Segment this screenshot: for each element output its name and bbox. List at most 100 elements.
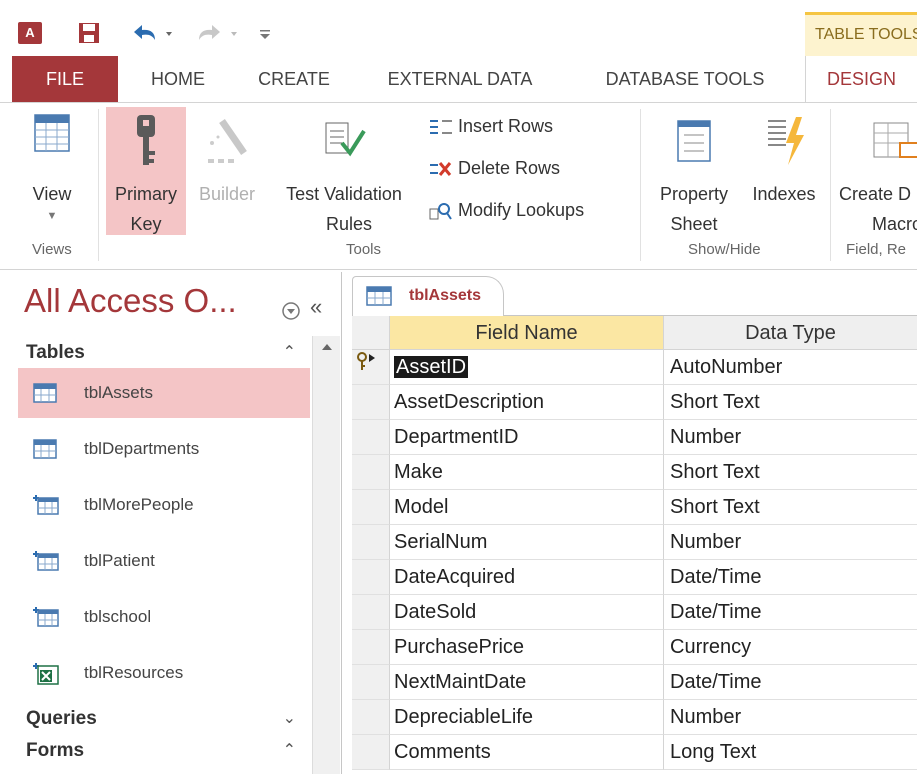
- data-type-cell[interactable]: Currency: [664, 630, 917, 665]
- nav-section-queries[interactable]: Queries ⌄: [20, 702, 310, 736]
- redo-icon[interactable]: [193, 20, 243, 46]
- undo-icon[interactable]: [128, 20, 178, 46]
- table-row[interactable]: AssetDescription Short Text: [352, 385, 917, 420]
- view-button[interactable]: View ▼: [14, 113, 90, 233]
- indexes-button[interactable]: Indexes: [744, 107, 824, 235]
- primary-key-button[interactable]: Primary Key: [106, 107, 186, 235]
- column-header-field-name[interactable]: Field Name: [390, 316, 664, 350]
- nav-item-label: tblPatient: [84, 551, 155, 570]
- nav-pane-scrollbar[interactable]: [312, 336, 340, 774]
- row-selector[interactable]: [352, 700, 390, 735]
- grid-corner[interactable]: [352, 316, 390, 350]
- insert-rows-label: Insert Rows: [458, 116, 554, 136]
- collapse-section-icon[interactable]: ⌃: [283, 336, 296, 370]
- data-type-cell[interactable]: Short Text: [664, 455, 917, 490]
- field-name-cell[interactable]: SerialNum: [390, 525, 664, 560]
- scroll-up-arrow-icon[interactable]: [319, 340, 335, 354]
- table-row[interactable]: PurchasePrice Currency: [352, 630, 917, 665]
- field-name-cell[interactable]: NextMaintDate: [390, 665, 664, 700]
- field-name-cell[interactable]: Comments: [390, 735, 664, 770]
- row-selector[interactable]: [352, 455, 390, 490]
- modify-lookups-button[interactable]: Modify Lookups: [428, 195, 584, 225]
- table-row[interactable]: DepartmentID Number: [352, 420, 917, 455]
- property-sheet-button[interactable]: Property Sheet: [646, 107, 742, 235]
- customize-qat-icon[interactable]: [256, 24, 274, 42]
- nav-item-tblpatient[interactable]: tblPatient: [18, 536, 310, 586]
- nav-section-forms-label: Forms: [26, 740, 85, 761]
- table-row[interactable]: DateSold Date/Time: [352, 595, 917, 630]
- data-type-cell[interactable]: Number: [664, 525, 917, 560]
- nav-item-tblmorepeople[interactable]: tblMorePeople: [18, 480, 310, 530]
- create-data-macros-button[interactable]: Create D Macro: [834, 107, 917, 235]
- field-name-cell[interactable]: DepreciableLife: [390, 700, 664, 735]
- data-type-cell[interactable]: Short Text: [664, 490, 917, 525]
- tab-file[interactable]: FILE: [12, 56, 118, 102]
- row-selector[interactable]: [352, 420, 390, 455]
- delete-rows-button[interactable]: Delete Rows: [428, 153, 560, 183]
- group-label-tools: Tools: [346, 241, 382, 258]
- data-type-cell[interactable]: Number: [664, 700, 917, 735]
- nav-section-tables-label: Tables: [26, 342, 85, 363]
- nav-pane-title[interactable]: All Access O...: [24, 282, 264, 320]
- table-row[interactable]: AssetID AutoNumber: [352, 350, 917, 385]
- datasheet-view-icon: [34, 114, 70, 152]
- create-data-macros-label-2: Macro: [872, 214, 917, 234]
- row-selector[interactable]: [352, 595, 390, 630]
- field-name-cell[interactable]: AssetDescription: [390, 385, 664, 420]
- builder-label: Builder: [198, 184, 256, 204]
- nav-item-tblresources[interactable]: tblResources: [18, 648, 310, 698]
- linked-table-icon: [33, 551, 59, 571]
- row-selector[interactable]: [352, 525, 390, 560]
- field-name-cell[interactable]: Make: [390, 455, 664, 490]
- data-type-cell[interactable]: Long Text: [664, 735, 917, 770]
- tab-create[interactable]: CREATE: [240, 56, 348, 102]
- field-name-cell[interactable]: Model: [390, 490, 664, 525]
- row-selector[interactable]: [352, 385, 390, 420]
- create-data-macros-label-1: Create D: [839, 184, 912, 204]
- column-header-data-type[interactable]: Data Type: [664, 316, 917, 350]
- data-type-cell[interactable]: Date/Time: [664, 595, 917, 630]
- tab-home[interactable]: HOME: [130, 56, 226, 102]
- tab-design[interactable]: DESIGN: [805, 56, 917, 102]
- field-name-cell[interactable]: DateAcquired: [390, 560, 664, 595]
- collapse-section-icon[interactable]: ⌃: [283, 734, 296, 768]
- tab-external-data[interactable]: EXTERNAL DATA: [360, 56, 560, 102]
- nav-section-tables[interactable]: Tables ⌃: [20, 336, 310, 370]
- table-row[interactable]: DepreciableLife Number: [352, 700, 917, 735]
- nav-item-tbldepartments[interactable]: tblDepartments: [18, 424, 310, 474]
- table-row[interactable]: Make Short Text: [352, 455, 917, 490]
- tab-database-tools[interactable]: DATABASE TOOLS: [580, 56, 790, 102]
- field-name-cell[interactable]: DateSold: [390, 595, 664, 630]
- shutter-bar-close-icon[interactable]: «: [310, 294, 322, 320]
- expand-section-icon[interactable]: ⌄: [283, 702, 296, 736]
- save-icon[interactable]: [78, 22, 100, 44]
- data-type-cell[interactable]: Date/Time: [664, 665, 917, 700]
- row-selector[interactable]: [352, 490, 390, 525]
- data-type-cell[interactable]: Date/Time: [664, 560, 917, 595]
- insert-rows-button[interactable]: Insert Rows: [428, 111, 553, 141]
- nav-menu-dropdown-icon[interactable]: [282, 302, 300, 320]
- test-validation-rules-button[interactable]: Test Validation Rules: [268, 107, 420, 235]
- row-selector[interactable]: [352, 350, 390, 385]
- table-row[interactable]: Model Short Text: [352, 490, 917, 525]
- group-label-show-hide: Show/Hide: [688, 241, 761, 258]
- table-row[interactable]: DateAcquired Date/Time: [352, 560, 917, 595]
- row-selector[interactable]: [352, 560, 390, 595]
- field-name-cell[interactable]: DepartmentID: [390, 420, 664, 455]
- row-selector[interactable]: [352, 630, 390, 665]
- ribbon-tabs: FILE HOME CREATE EXTERNAL DATA DATABASE …: [0, 56, 917, 102]
- row-selector[interactable]: [352, 665, 390, 700]
- nav-item-tblschool[interactable]: tblschool: [18, 592, 310, 642]
- table-row[interactable]: SerialNum Number: [352, 525, 917, 560]
- data-type-cell[interactable]: Short Text: [664, 385, 917, 420]
- nav-section-forms[interactable]: Forms ⌃: [20, 734, 310, 768]
- data-type-cell[interactable]: AutoNumber: [664, 350, 917, 385]
- table-row[interactable]: NextMaintDate Date/Time: [352, 665, 917, 700]
- data-type-cell[interactable]: Number: [664, 420, 917, 455]
- nav-item-tblassets[interactable]: tblAssets: [18, 368, 310, 418]
- field-name-cell[interactable]: PurchasePrice: [390, 630, 664, 665]
- row-selector[interactable]: [352, 735, 390, 770]
- field-name-cell[interactable]: AssetID: [390, 350, 664, 385]
- table-row[interactable]: Comments Long Text: [352, 735, 917, 770]
- document-tab-tblassets[interactable]: tblAssets: [352, 276, 504, 316]
